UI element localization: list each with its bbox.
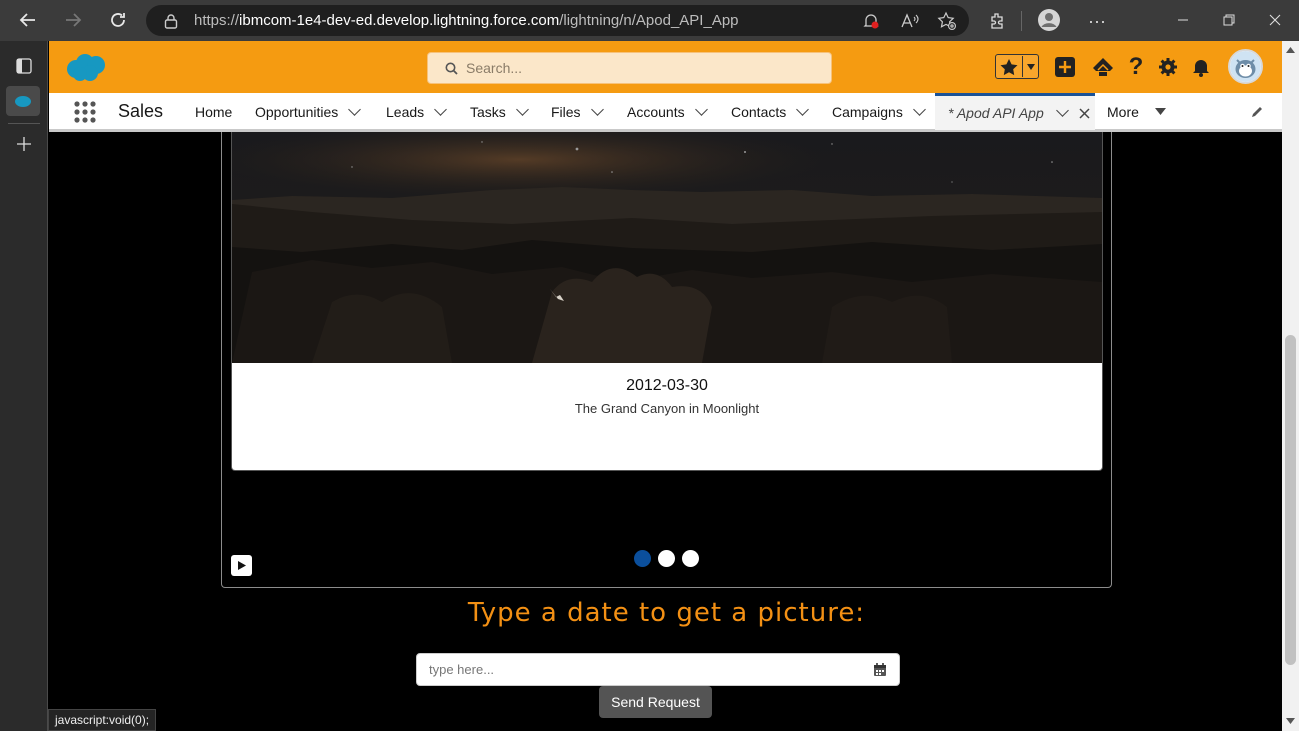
notification-blocked-icon[interactable] [860, 10, 882, 32]
app-name: Sales [118, 101, 164, 121]
nav-item-opportunities[interactable]: Opportunities [255, 93, 362, 130]
apod-date: 2012-03-30 [626, 377, 708, 394]
nav-item-label: Opportunities [255, 103, 339, 120]
trailhead-guidance-icon[interactable] [1090, 54, 1116, 80]
close-window-icon[interactable] [1262, 8, 1288, 32]
browser-sidebar [0, 41, 48, 731]
scroll-down-arrow-icon[interactable] [1286, 718, 1295, 724]
status-bar-link-preview: javascript:void(0); [48, 709, 157, 731]
salesforce-header: Search... ? [49, 41, 1282, 93]
url-host: ibmcom-1e4-dev-ed.develop.lightning.forc… [239, 12, 560, 29]
nav-item-label: Accounts [627, 103, 685, 120]
extensions-icon[interactable] [986, 9, 1010, 33]
address-bar[interactable]: https://ibmcom-1e4-dev-ed.develop.lightn… [146, 5, 969, 36]
new-tab-icon[interactable] [8, 129, 40, 159]
restore-icon[interactable] [1216, 8, 1242, 32]
profile-avatar-icon[interactable] [1036, 7, 1062, 33]
favorites-menu[interactable] [995, 54, 1039, 79]
scrollbar-thumb[interactable] [1285, 335, 1296, 665]
minimize-icon[interactable] [1170, 8, 1196, 32]
caret-down-icon [1154, 107, 1166, 115]
chevron-down-icon[interactable] [1055, 104, 1069, 117]
star-icon [1000, 58, 1017, 75]
carousel-slide[interactable]: 2012-03-30 The Grand Canyon in Moonlight [231, 132, 1103, 471]
close-tab-icon[interactable] [1079, 107, 1090, 119]
notifications-bell-icon[interactable] [1188, 54, 1214, 80]
app-launcher-icon[interactable] [73, 100, 97, 124]
edit-nav-pencil-icon[interactable] [1250, 105, 1266, 121]
play-icon [237, 561, 246, 570]
chevron-down-icon[interactable] [515, 102, 529, 116]
global-create-icon[interactable] [1052, 54, 1078, 80]
nav-item-label: Files [551, 103, 581, 120]
calendar-icon[interactable] [873, 662, 889, 678]
setup-gear-icon[interactable] [1155, 54, 1181, 80]
search-icon [445, 62, 458, 75]
salesforce-tab-icon[interactable] [6, 86, 40, 116]
apod-image [232, 132, 1102, 363]
sidebar-divider [8, 123, 40, 124]
more-menu-icon[interactable]: ··· [1084, 9, 1110, 33]
user-avatar[interactable] [1228, 49, 1263, 84]
scroll-up-arrow-icon[interactable] [1286, 47, 1295, 53]
read-aloud-icon[interactable] [898, 10, 922, 32]
page-scrollbar[interactable] [1282, 41, 1299, 731]
nav-item-files[interactable]: Files [551, 93, 604, 130]
nav-item-label: Contacts [731, 103, 787, 120]
global-search[interactable]: Search... [427, 52, 832, 84]
date-prompt-heading: Type a date to get a picture: [467, 598, 866, 628]
help-icon[interactable]: ? [1123, 53, 1149, 80]
carousel-play-button[interactable] [231, 555, 252, 576]
nav-item-label: Home [195, 103, 233, 120]
forward-icon[interactable] [55, 4, 91, 36]
url-prefix: https:// [194, 12, 240, 29]
nav-item-campaigns[interactable]: Campaigns [832, 93, 926, 130]
nav-item-label: Campaigns [832, 103, 903, 120]
chevron-down-icon[interactable] [912, 102, 926, 116]
salesforce-logo-icon[interactable] [64, 52, 108, 84]
nav-item-label: Leads [386, 103, 425, 120]
app-navigation: Sales Home Opportunities Leads Tasks Fil… [49, 93, 1282, 132]
chevron-down-icon[interactable] [590, 102, 604, 116]
toolbar-divider [1021, 11, 1022, 31]
caret-down-icon [1026, 63, 1035, 70]
tab-actions-icon[interactable] [8, 51, 40, 81]
refresh-icon[interactable] [100, 4, 136, 36]
back-icon[interactable] [10, 4, 46, 36]
carousel-indicator-1[interactable] [634, 550, 651, 567]
carousel-indicator-3[interactable] [682, 550, 699, 567]
nav-item-accounts[interactable]: Accounts [627, 93, 708, 130]
carousel-indicator-2[interactable] [658, 550, 675, 567]
apod-carousel: 2012-03-30 The Grand Canyon in Moonlight [221, 132, 1112, 588]
send-request-button[interactable]: Send Request [599, 686, 712, 718]
search-placeholder: Search... [466, 60, 523, 76]
chevron-down-icon[interactable] [434, 102, 448, 116]
favorites-add-icon[interactable] [935, 10, 959, 32]
url-path: /lightning/n/Apod_API_App [559, 12, 739, 29]
chevron-down-icon[interactable] [348, 102, 362, 116]
nav-item-leads[interactable]: Leads [386, 93, 448, 130]
nav-more-label: More [1107, 103, 1139, 120]
active-tab-label: * Apod API App [948, 105, 1044, 121]
nav-item-home[interactable]: Home [195, 93, 232, 130]
chevron-down-icon[interactable] [694, 102, 708, 116]
date-input[interactable] [416, 653, 900, 686]
nav-item-tasks[interactable]: Tasks [470, 93, 529, 130]
nav-more[interactable]: More [1107, 93, 1166, 130]
apod-title: The Grand Canyon in Moonlight [574, 401, 760, 416]
browser-toolbar: https://ibmcom-1e4-dev-ed.develop.lightn… [0, 0, 1299, 41]
nav-item-contacts[interactable]: Contacts [731, 93, 810, 130]
lock-icon [164, 13, 178, 29]
url-text: https://ibmcom-1e4-dev-ed.develop.lightn… [194, 12, 739, 29]
chevron-down-icon[interactable] [796, 102, 810, 116]
tab-apod-api-app[interactable]: * Apod API App [935, 93, 1095, 130]
nav-item-label: Tasks [470, 103, 506, 120]
